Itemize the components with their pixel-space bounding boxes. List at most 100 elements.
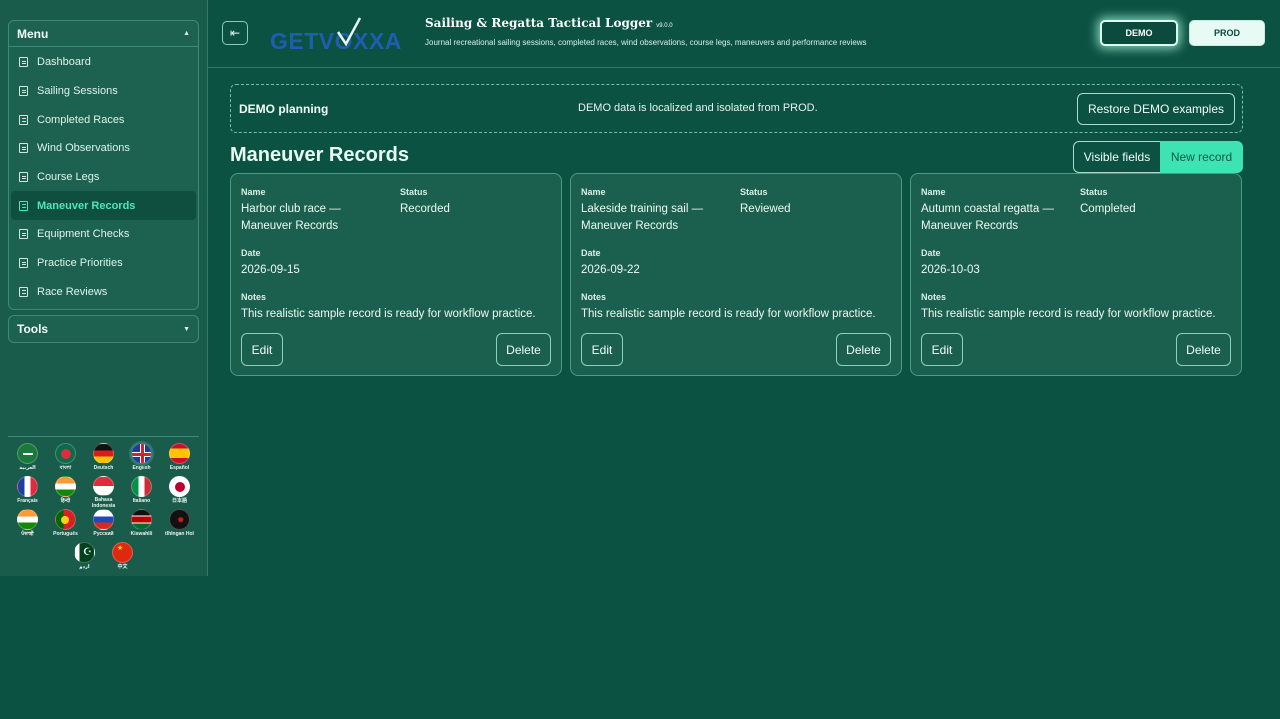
language-selector: العربية বাংলা Deutsch English Español Fr… [8,436,199,575]
banner-title: DEMO planning [239,102,329,116]
lang-label: Bahasa Indonesia [91,497,116,509]
date-label: Date [921,248,941,258]
record-date: 2026-09-15 [241,264,300,276]
sidebar-item-label: Equipment Checks [37,228,130,241]
menu-panel: Menu ▲ Dashboard Sailing Sessions Comple… [8,20,199,310]
date-label: Date [241,248,261,258]
banner-message: DEMO data is localized and isolated from… [578,102,818,114]
edit-button[interactable]: Edit [241,333,283,366]
record-name-line2: Maneuver Records [921,220,1019,232]
app-subtitle: Journal recreational sailing sessions, c… [425,38,867,47]
collapse-arrow-icon: ⇤ [229,26,241,40]
record-name-line1: Autumn coastal regatta — [921,203,1054,215]
flag-pakistan-icon: ☪ [74,542,95,563]
env-demo-button[interactable]: DEMO [1100,20,1178,46]
lang-label: tlhIngan Hol [165,531,194,537]
collapse-sidebar-button[interactable]: ⇤ [222,21,248,45]
menu-header[interactable]: Menu ▲ [9,21,198,47]
flag-india-icon [17,509,38,530]
page-title: Maneuver Records [230,144,409,166]
lang-spanish[interactable]: Español [161,443,199,476]
chevron-down-icon: ▼ [183,325,190,333]
lang-label: العربية [19,465,36,471]
lang-label: বাংলা [59,465,72,471]
flag-uk-icon [131,443,152,464]
lang-indonesian[interactable]: Bahasa Indonesia [85,476,123,509]
lang-urdu[interactable]: ☪ اردو [66,542,104,575]
document-icon [19,57,28,68]
record-status: Completed [1080,203,1136,215]
flag-russia-icon [93,509,114,530]
edit-button[interactable]: Edit [581,333,623,366]
delete-button[interactable]: Delete [1176,333,1231,366]
name-label: Name [921,187,946,197]
sidebar: Menu ▲ Dashboard Sailing Sessions Comple… [0,0,208,576]
env-prod-button[interactable]: PROD [1189,20,1265,46]
delete-button[interactable]: Delete [496,333,551,366]
lang-french[interactable]: Français [9,476,47,509]
notes-label: Notes [241,292,267,302]
flag-spain-icon [169,443,190,464]
delete-button[interactable]: Delete [836,333,891,366]
lang-label: اردو [79,564,90,570]
sidebar-item-practice-priorities[interactable]: Practice Priorities [9,249,198,278]
lang-punjabi[interactable]: ਪੰਜਾਬੀ [9,509,47,542]
lang-german[interactable]: Deutsch [85,443,123,476]
lang-hindi[interactable]: हिन्दी [47,476,85,509]
record-status: Reviewed [740,203,791,215]
record-name-line1: Harbor club race — [241,203,341,215]
record-card: Name Status Autumn coastal regatta — Man… [910,173,1242,376]
sidebar-item-wind-observations[interactable]: Wind Observations [9,134,198,163]
lang-japanese[interactable]: 日本語 [161,476,199,509]
sidebar-item-label: Maneuver Records [37,199,136,212]
document-icon [19,200,28,211]
edit-button[interactable]: Edit [921,333,963,366]
sidebar-item-equipment-checks[interactable]: Equipment Checks [9,220,198,249]
sidebar-item-label: Course Legs [37,171,100,184]
lang-russian[interactable]: Русский [85,509,123,542]
new-record-button[interactable]: New record [1160,141,1243,173]
record-notes: This realistic sample record is ready fo… [921,308,1216,320]
sidebar-item-completed-races[interactable]: Completed Races [9,105,198,134]
sidebar-item-race-reviews[interactable]: Race Reviews [9,278,198,307]
lang-label: Français [17,498,38,504]
visible-fields-button[interactable]: Visible fields [1073,141,1161,173]
tools-header[interactable]: Tools ▼ [9,316,198,342]
restore-demo-button[interactable]: Restore DEMO examples [1076,93,1235,125]
document-icon [19,229,28,240]
record-name: Autumn coastal regatta — Maneuver Record… [921,201,1076,235]
flag-kenya-icon [131,509,152,530]
lang-chinese[interactable]: ★ 中文 [104,542,142,575]
lang-klingon[interactable]: ✹ tlhIngan Hol [161,509,199,542]
lang-label: Português [53,531,78,537]
document-icon [19,114,28,125]
record-name: Lakeside training sail — Maneuver Record… [581,201,736,235]
sidebar-item-label: Sailing Sessions [37,85,118,98]
lang-swahili[interactable]: Kiswahili [123,509,161,542]
notes-label: Notes [921,292,947,302]
tools-panel[interactable]: Tools ▼ [8,315,199,343]
app-header: ⇤ GETVOXXA Sailing & Regatta Tactical Lo… [208,0,1280,68]
lang-english[interactable]: English [123,443,161,476]
record-date: 2026-10-03 [921,264,980,276]
lang-arabic[interactable]: العربية [9,443,47,476]
name-label: Name [241,187,266,197]
record-card: Name Status Lakeside training sail — Man… [570,173,902,376]
lang-label: Italiano [132,498,151,504]
flag-bangladesh-icon [55,443,76,464]
lang-italian[interactable]: Italiano [123,476,161,509]
notes-label: Notes [581,292,607,302]
logo-text: GETVOXXA [270,28,402,54]
lang-bengali[interactable]: বাংলা [47,443,85,476]
lang-portuguese[interactable]: Português [47,509,85,542]
flag-france-icon [17,476,38,497]
lang-label: Kiswahili [130,531,153,537]
document-icon [19,258,28,269]
sidebar-item-dashboard[interactable]: Dashboard [9,48,198,77]
sidebar-item-course-legs[interactable]: Course Legs [9,163,198,192]
lang-label: Español [169,465,190,471]
record-name-line2: Maneuver Records [581,220,679,232]
flag-klingon-icon: ✹ [169,509,190,530]
sidebar-item-maneuver-records[interactable]: Maneuver Records [11,191,196,221]
sidebar-item-sailing-sessions[interactable]: Sailing Sessions [9,77,198,106]
